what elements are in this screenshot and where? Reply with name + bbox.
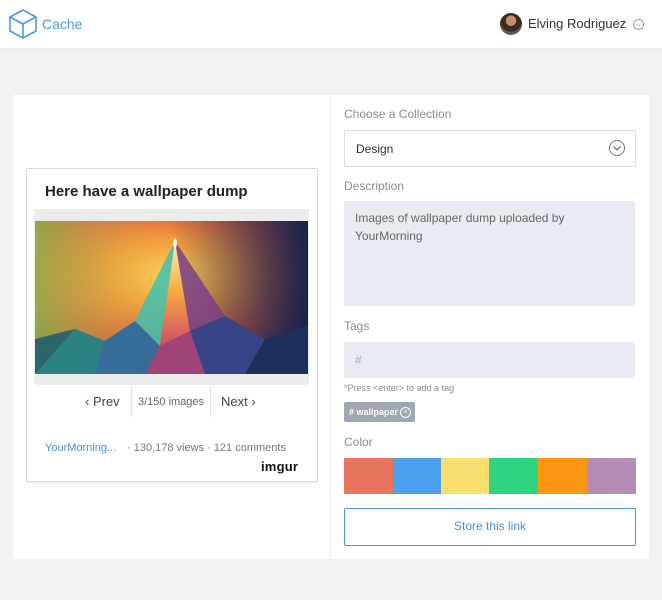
nav-separator: [210, 387, 211, 417]
color-swatch-yellow[interactable]: [441, 458, 490, 494]
tags-hint: *Press <enter> to add a tag: [344, 383, 455, 393]
color-swatch-red[interactable]: [344, 458, 393, 494]
store-link-label[interactable]: Store this link: [344, 519, 636, 533]
color-swatch-green[interactable]: [489, 458, 538, 494]
chevron-down-icon[interactable]: [609, 140, 625, 156]
preview-title: Here have a wallpaper dump: [45, 183, 248, 200]
description-text[interactable]: Images of wallpaper dump uploaded by You…: [355, 209, 625, 245]
user-name[interactable]: Elving Rodriguez: [528, 16, 626, 31]
tags-label: Tags: [344, 319, 370, 333]
tag-chip-label: # wallpaper: [349, 407, 399, 417]
prev-button[interactable]: ‹ Prev: [85, 394, 120, 409]
color-swatch-orange[interactable]: [538, 458, 587, 494]
collection-value[interactable]: Design: [356, 142, 393, 156]
collection-label: Choose a Collection: [344, 107, 452, 121]
source-logo: imgur: [261, 459, 299, 474]
preview-stats: · 130,178 views · 121 comments: [127, 442, 286, 454]
tags-input[interactable]: [344, 342, 635, 378]
preview-image[interactable]: [35, 221, 308, 374]
brand-name[interactable]: Cache: [42, 16, 82, 32]
avatar[interactable]: [500, 13, 522, 35]
tags-placeholder[interactable]: #: [355, 353, 362, 367]
remove-tag-icon[interactable]: ×: [400, 407, 411, 418]
color-swatch-purple[interactable]: [587, 458, 636, 494]
next-button[interactable]: Next ›: [221, 394, 256, 409]
user-menu-chevron-icon[interactable]: ⌄: [633, 19, 644, 30]
nav-separator: [131, 387, 132, 417]
image-counter: 3/150 images: [138, 396, 205, 408]
cube-logo-icon[interactable]: [8, 8, 38, 40]
description-label: Description: [344, 179, 405, 193]
color-swatch-blue[interactable]: [393, 458, 442, 494]
color-label: Color: [344, 435, 373, 449]
panel-divider: [330, 95, 331, 559]
author-link[interactable]: YourMorning...: [45, 442, 116, 454]
